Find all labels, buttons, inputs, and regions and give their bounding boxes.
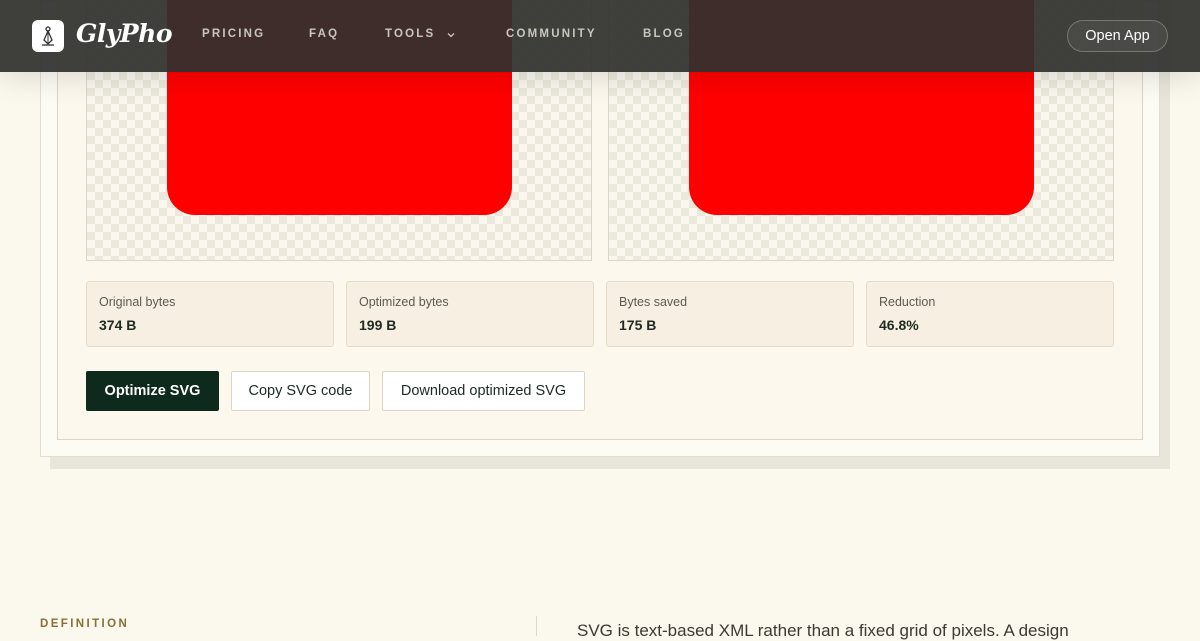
logo[interactable] (32, 20, 64, 52)
stat-label: Optimized bytes (359, 295, 449, 309)
stat-label: Original bytes (99, 295, 176, 309)
nav-tools[interactable]: TOOLS (385, 28, 435, 40)
definition-text: SVG is text-based XML rather than a fixe… (577, 621, 1069, 640)
stat-value: 175 B (619, 317, 657, 333)
stat-label: Bytes saved (619, 295, 688, 309)
nav-pricing[interactable]: PRICING (202, 28, 265, 40)
stat-reduction: Reduction 46.8% (866, 281, 1114, 347)
stat-bytes-saved: Bytes saved 175 B (606, 281, 854, 347)
stat-value: 374 B (99, 317, 137, 333)
stat-value: 199 B (359, 317, 397, 333)
stat-value: 46.8% (879, 317, 919, 333)
brand-name[interactable]: GlyPho (76, 19, 173, 48)
copy-svg-code-button[interactable]: Copy SVG code (231, 371, 370, 411)
nav-faq[interactable]: FAQ (309, 28, 339, 40)
optimize-svg-button[interactable]: Optimize SVG (86, 371, 219, 411)
feather-pen-icon (42, 26, 54, 46)
top-navigation-bar: GlyPho PRICING FAQ TOOLS COMMUNITY BLOG … (0, 0, 1200, 72)
stat-optimized-bytes: Optimized bytes 199 B (346, 281, 594, 347)
nav-blog[interactable]: BLOG (643, 28, 685, 40)
open-app-button[interactable]: Open App (1067, 20, 1168, 52)
definition-heading: DEFINITION (40, 618, 130, 630)
section-divider (536, 616, 537, 636)
chevron-down-icon[interactable] (446, 30, 456, 40)
stat-original-bytes: Original bytes 374 B (86, 281, 334, 347)
stat-label: Reduction (879, 295, 936, 309)
download-optimized-svg-button[interactable]: Download optimized SVG (382, 371, 585, 411)
nav-community[interactable]: COMMUNITY (506, 28, 597, 40)
